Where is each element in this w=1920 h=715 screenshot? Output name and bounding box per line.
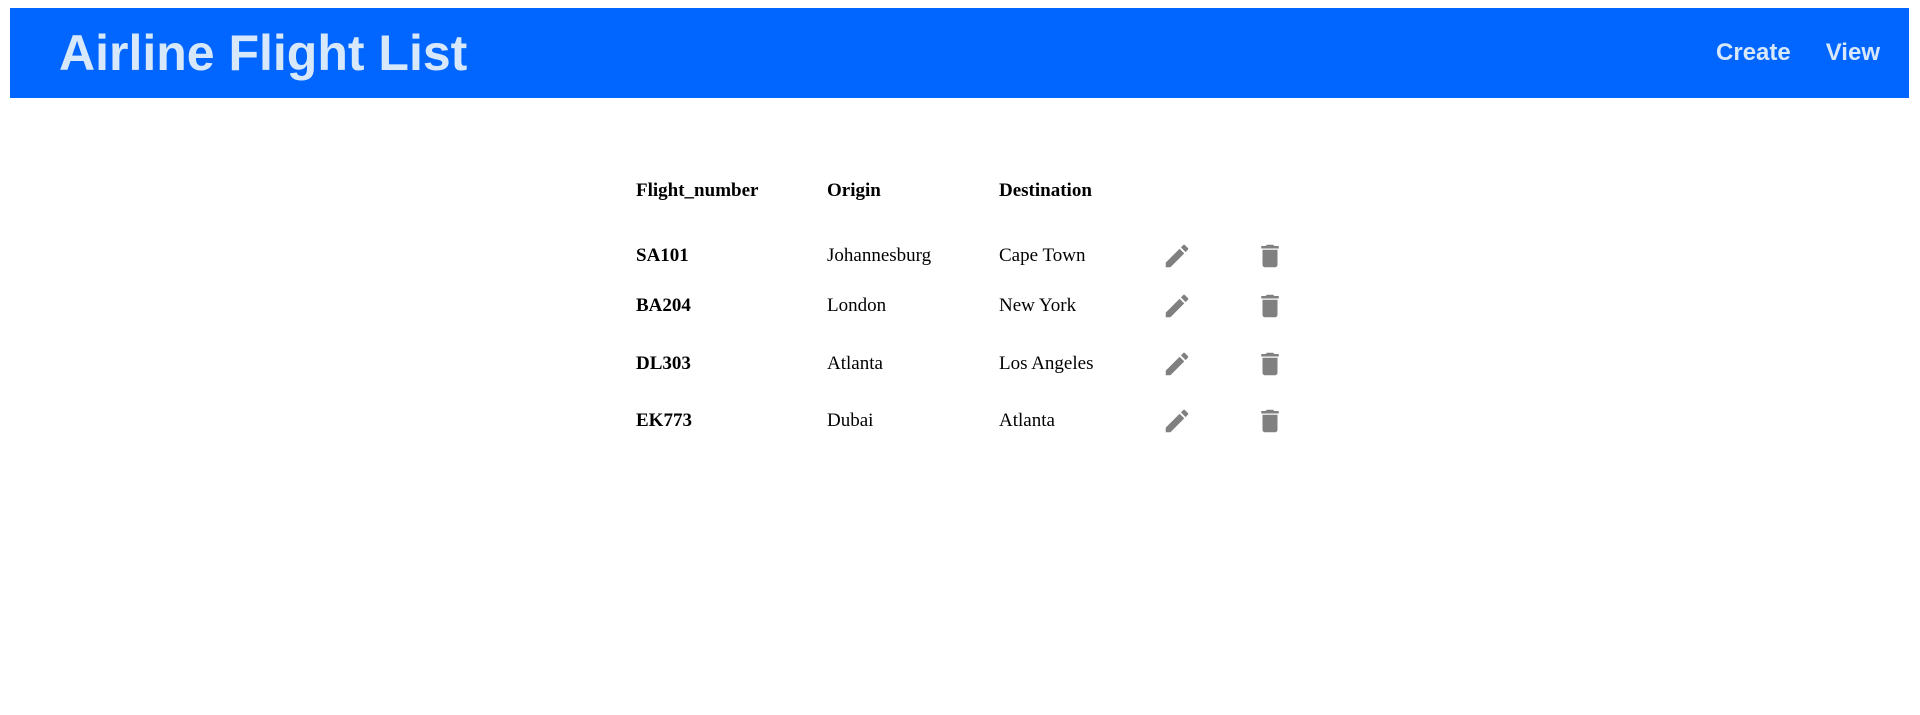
- destination-cell: Atlanta: [999, 410, 1055, 432]
- delete-cell: [1243, 278, 1327, 336]
- origin-cell: Atlanta: [827, 352, 883, 374]
- trash-icon[interactable]: [1255, 241, 1285, 271]
- pencil-icon[interactable]: [1162, 291, 1192, 321]
- column-header-destination: Destination: [999, 180, 1092, 201]
- pencil-icon[interactable]: [1162, 349, 1192, 379]
- flights-table: Flight_number Origin Destination SA101 J…: [624, 162, 1327, 450]
- nav-create-link[interactable]: Create: [1716, 39, 1791, 67]
- delete-cell: [1243, 335, 1327, 393]
- column-header-origin: Origin: [827, 180, 881, 201]
- top-navbar: Airline Flight List Create View: [10, 8, 1909, 98]
- table-body: SA101 Johannesburg Cape Town BA204 Londo…: [624, 220, 1327, 450]
- origin-cell: Johannesburg: [827, 244, 932, 266]
- pencil-icon[interactable]: [1162, 406, 1192, 436]
- pencil-icon[interactable]: [1162, 241, 1192, 271]
- nav-links: Create View: [1716, 8, 1880, 98]
- edit-cell: [1150, 393, 1243, 451]
- flight-number-cell: DL303: [636, 352, 691, 374]
- delete-cell: [1243, 393, 1327, 451]
- destination-cell: Cape Town: [999, 244, 1086, 266]
- origin-cell: London: [827, 295, 887, 317]
- origin-cell: Dubai: [827, 410, 874, 432]
- table-row: EK773 Dubai Atlanta: [624, 393, 1327, 451]
- trash-icon[interactable]: [1255, 291, 1285, 321]
- column-header-edit: [1150, 162, 1243, 220]
- flight-number-cell: EK773: [636, 410, 692, 432]
- flight-number-cell: BA204: [636, 295, 691, 317]
- edit-cell: [1150, 278, 1243, 336]
- destination-cell: New York: [999, 295, 1077, 317]
- header-row: Flight_number Origin Destination: [624, 162, 1327, 220]
- edit-cell: [1150, 220, 1243, 278]
- column-header-flight-number: Flight_number: [636, 180, 759, 201]
- trash-icon[interactable]: [1255, 406, 1285, 436]
- column-header-delete: [1243, 162, 1327, 220]
- flight-number-cell: SA101: [636, 244, 689, 266]
- destination-cell: Los Angeles: [999, 352, 1094, 374]
- trash-icon[interactable]: [1255, 349, 1285, 379]
- table-header: Flight_number Origin Destination: [624, 162, 1327, 220]
- table-row: SA101 Johannesburg Cape Town: [624, 220, 1327, 278]
- app-title: Airline Flight List: [59, 25, 468, 81]
- nav-view-link[interactable]: View: [1826, 39, 1880, 67]
- delete-cell: [1243, 220, 1327, 278]
- table-row: DL303 Atlanta Los Angeles: [624, 335, 1327, 393]
- table-row: BA204 London New York: [624, 278, 1327, 336]
- edit-cell: [1150, 335, 1243, 393]
